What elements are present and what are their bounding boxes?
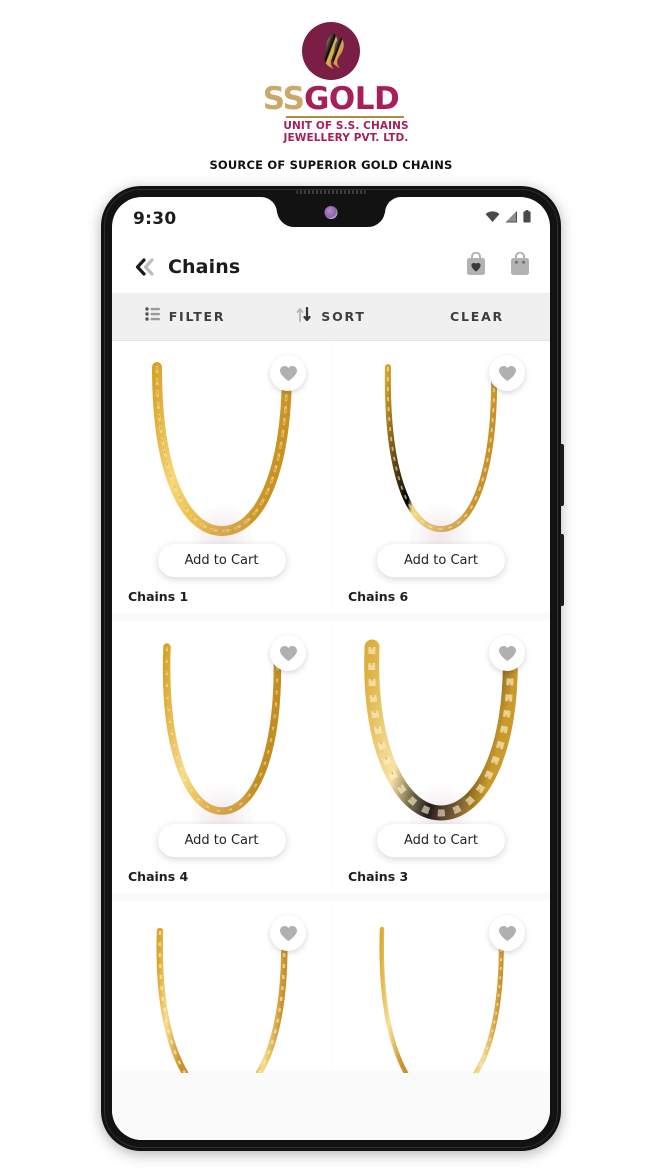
product-name: Chains 6 [348, 589, 409, 604]
ss-gold-flame-emblem [302, 22, 360, 80]
product-card[interactable]: Add to Cart Chains 4 [112, 621, 331, 893]
add-to-cart-button[interactable]: Add to Cart [157, 544, 286, 577]
product-row: Add to Cart Chains 1 Add to Cart Chains … [112, 341, 550, 613]
shopping-bag-icon[interactable] [508, 251, 532, 282]
sort-button[interactable]: SORT [258, 293, 404, 340]
battery-icon [523, 210, 531, 228]
heart-icon [498, 365, 516, 381]
brand-subtitle: UNIT OF S.S. CHAINS JEWELLERY PVT. LTD. [283, 120, 408, 146]
product-card[interactable] [112, 901, 331, 1073]
wishlist-toggle-button[interactable] [489, 355, 525, 391]
page-title: Chains [168, 256, 241, 278]
heart-icon [498, 645, 516, 661]
heart-icon [498, 925, 516, 941]
sort-arrows-icon [296, 306, 312, 327]
product-grid[interactable]: Add to Cart Chains 1 Add to Cart Chains … [112, 341, 550, 1140]
wishlist-toggle-button[interactable] [270, 635, 306, 671]
product-name: Chains 3 [348, 869, 409, 884]
brand-wordmark: SS GOLD [263, 84, 400, 115]
clear-label: CLEAR [450, 309, 504, 324]
filter-list-icon [145, 307, 160, 326]
status-icons [485, 210, 531, 228]
product-name: Chains 1 [128, 589, 189, 604]
filter-bar: FILTER SORT CLEAR [112, 293, 550, 341]
product-name: Chains 4 [128, 869, 189, 884]
display-notch [277, 197, 385, 227]
heart-icon [279, 365, 297, 381]
signal-icon [505, 210, 518, 228]
add-to-cart-button[interactable]: Add to Cart [377, 824, 505, 857]
power-button[interactable] [560, 534, 564, 606]
product-row [112, 901, 550, 1073]
add-to-cart-button[interactable]: Add to Cart [157, 824, 286, 857]
brand-header: SS GOLD UNIT OF S.S. CHAINS JEWELLERY PV… [0, 0, 662, 172]
front-camera-icon [324, 206, 338, 219]
product-row: Add to Cart Chains 4 Add to Cart Chains … [112, 621, 550, 893]
product-card[interactable]: Add to Cart Chains 6 [331, 341, 550, 613]
brand-subtitle-line1: UNIT OF S.S. CHAINS [283, 119, 409, 132]
add-to-cart-button[interactable]: Add to Cart [377, 544, 505, 577]
speaker-grille [296, 190, 366, 194]
wishlist-toggle-button[interactable] [270, 915, 306, 951]
filter-button[interactable]: FILTER [112, 293, 258, 340]
filter-label: FILTER [168, 309, 226, 324]
wishlist-toggle-button[interactable] [489, 915, 525, 951]
wishlist-bag-icon[interactable] [464, 251, 488, 282]
heart-icon [279, 645, 297, 661]
brand-subtitle-line2: JEWELLERY PVT. LTD. [283, 132, 409, 145]
double-chevron-left-icon[interactable] [130, 252, 160, 282]
product-card[interactable] [331, 901, 550, 1073]
brand-tagline: SOURCE OF SUPERIOR GOLD CHAINS [209, 158, 453, 173]
wishlist-toggle-button[interactable] [270, 355, 306, 391]
app-bar: Chains [112, 241, 550, 293]
wordmark-gold: GOLD [303, 81, 400, 117]
phone-frame: 9:30 Chains FILTER SORT CLEAR Add to Car… [101, 186, 564, 1151]
wishlist-toggle-button[interactable] [489, 635, 525, 671]
wifi-icon [485, 210, 500, 228]
sort-label: SORT [321, 309, 366, 324]
status-time: 9:30 [133, 209, 177, 229]
phone-screen: 9:30 Chains FILTER SORT CLEAR Add to Car… [112, 197, 550, 1140]
volume-button[interactable] [560, 444, 564, 506]
product-card[interactable]: Add to Cart Chains 1 [112, 341, 331, 613]
wordmark-ss: SS [262, 81, 305, 117]
product-card[interactable]: Add to Cart Chains 3 [331, 621, 550, 893]
app-bar-actions [464, 251, 532, 282]
clear-button[interactable]: CLEAR [404, 293, 550, 340]
heart-icon [279, 925, 297, 941]
brand-divider [286, 116, 404, 118]
